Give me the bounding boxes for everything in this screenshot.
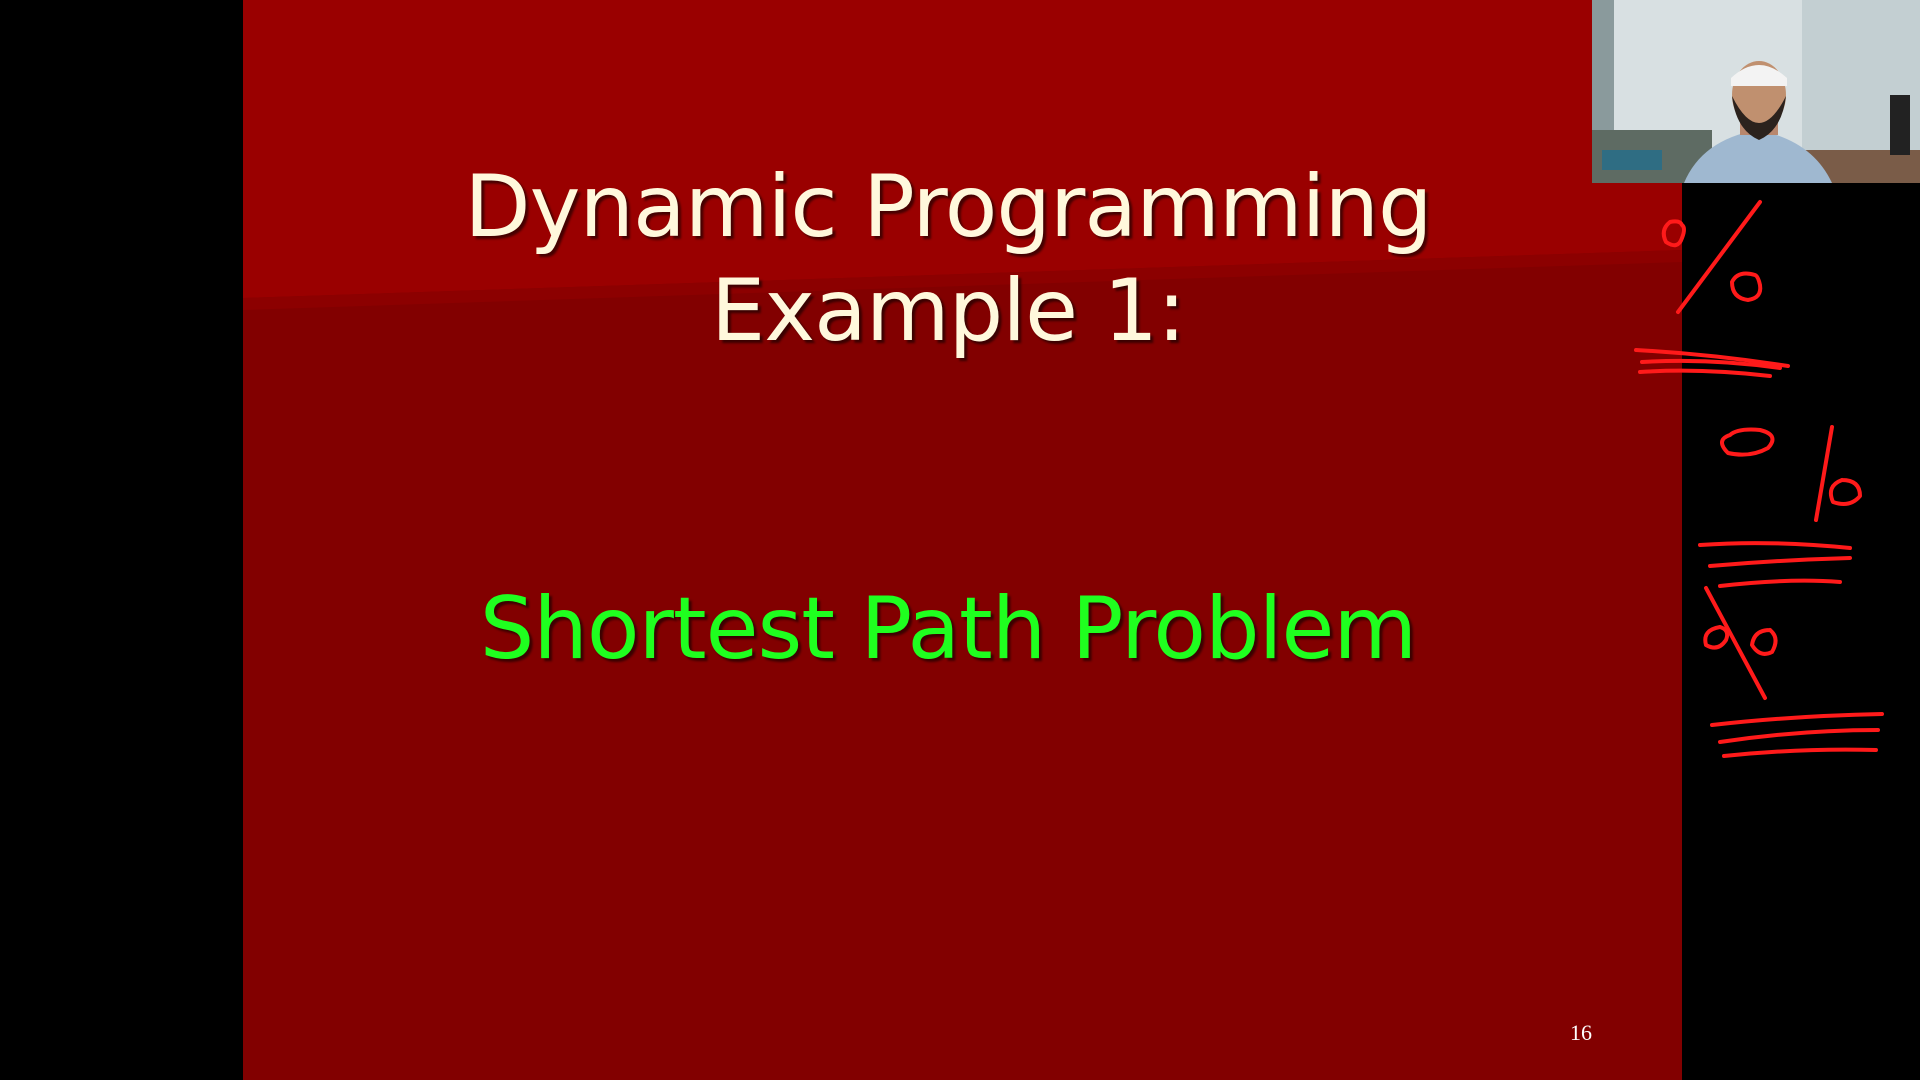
ink-stroke (1661, 219, 1686, 248)
ink-stroke (1703, 625, 1730, 650)
slide: Dynamic Programming Example 1: Shortest … (243, 0, 1682, 1080)
ink-stroke (1638, 368, 1772, 378)
ink-stroke (1722, 747, 1878, 758)
ink-stroke (1634, 348, 1790, 368)
ink-stroke (1718, 728, 1880, 744)
ink-stroke (1730, 271, 1763, 302)
webcam-frame-image (1592, 0, 1920, 183)
ink-annotations (1634, 200, 1884, 758)
slide-title-line-2: Example 1: (710, 261, 1186, 361)
ink-stroke (1720, 427, 1775, 457)
ink-stroke (1750, 628, 1778, 656)
ink-stroke (1828, 478, 1862, 506)
slide-title-line-1: Dynamic Programming (464, 157, 1432, 257)
ink-stroke (1814, 425, 1834, 522)
presentation-screen: Dynamic Programming Example 1: Shortest … (0, 0, 1920, 1080)
webcam-video (1592, 0, 1920, 183)
ink-stroke (1718, 578, 1842, 588)
ink-stroke (1698, 541, 1852, 550)
ink-stroke (1676, 200, 1762, 314)
ink-stroke (1708, 556, 1852, 568)
ink-stroke (1704, 586, 1767, 700)
slide-page-number: 16 (1570, 1020, 1592, 1045)
slide-subtitle: Shortest Path Problem (479, 579, 1417, 679)
slide-title: Dynamic Programming Example 1: (243, 155, 1653, 363)
ink-stroke (1710, 712, 1884, 727)
